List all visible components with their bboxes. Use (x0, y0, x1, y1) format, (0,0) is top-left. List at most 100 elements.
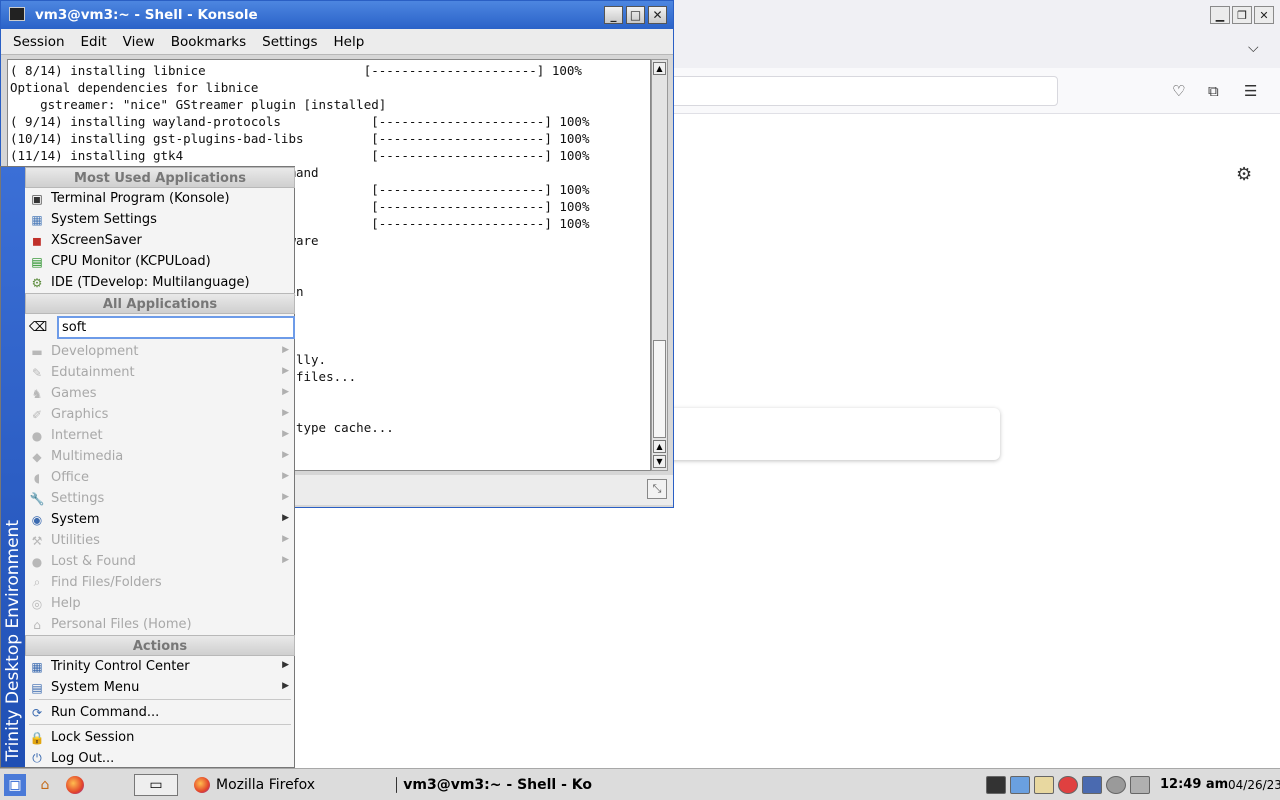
menu-item-find-files-folders: ⌕ Find Files/Folders (25, 572, 295, 593)
menu-item-system-menu[interactable]: ▤ System Menu ▶ (25, 677, 295, 698)
printer-tray-icon[interactable] (1130, 776, 1150, 794)
close-button[interactable]: ✕ (1254, 6, 1274, 24)
menu-item-ide-tdevelop-multilanguage[interactable]: ⚙ IDE (TDevelop: Multilanguage) (25, 272, 295, 293)
terminal-scrollbar[interactable]: ▲ ▲ ▼ (651, 59, 668, 471)
submenu-arrow-icon: ▶ (282, 681, 289, 691)
firefox-launcher-icon[interactable] (64, 774, 86, 796)
home-icon[interactable]: ⌂ (34, 774, 56, 796)
desktop-switcher-icon[interactable]: ▭ (134, 774, 178, 796)
system-icon: ◉ (31, 512, 43, 527)
network-disconnected-tray-icon[interactable] (1058, 776, 1078, 794)
menu-item-lock-session[interactable]: 🔒 Lock Session (25, 727, 295, 748)
restore-button[interactable]: ❐ (1232, 6, 1252, 24)
scroll-up-arrow-icon[interactable]: ▲ (653, 62, 666, 75)
menu-item-office: ◖ Office ▶ (25, 467, 295, 488)
app-menu-icon[interactable]: ☰ (1244, 82, 1257, 100)
new-tab-settings-gear-icon[interactable]: ⚙ (1236, 164, 1252, 185)
lost-found-icon: ● (31, 554, 43, 569)
menu-item-label: Run Command... (51, 705, 160, 720)
taskbar-task-konsole[interactable]: vm3@vm3:~ - Shell - Ko (392, 772, 592, 798)
system-menu-icon: ▤ (31, 680, 43, 695)
menu-help[interactable]: Help (326, 34, 373, 50)
menu-item-system-settings[interactable]: ▦ System Settings (25, 209, 295, 230)
menu-view[interactable]: View (115, 34, 163, 50)
system-monitor-tray-icon[interactable] (986, 776, 1006, 794)
clipboard-tray-icon[interactable] (1010, 776, 1030, 794)
firefox-icon (194, 777, 210, 793)
menu-item-label: Edutainment (51, 365, 135, 380)
submenu-arrow-icon: ▶ (282, 408, 289, 418)
wrench-icon: 🔧 (29, 491, 45, 506)
menu-item-internet: ● Internet ▶ (25, 425, 295, 446)
menu-item-lost-found: ● Lost & Found ▶ (25, 551, 295, 572)
minimize-button[interactable]: ▁ (1210, 6, 1230, 24)
menu-bookmarks[interactable]: Bookmarks (163, 34, 254, 50)
menu-item-cpu-monitor-kcpuload[interactable]: ▤ CPU Monitor (KCPULoad) (25, 251, 295, 272)
graphics-icon: ✐ (31, 407, 43, 422)
volume-tray-icon[interactable] (1106, 776, 1126, 794)
settings-icon: ▦ (31, 212, 43, 227)
menu-settings[interactable]: Settings (254, 34, 325, 50)
menu-item-label: Lock Session (51, 730, 135, 745)
games-icon: ♞ (31, 386, 43, 401)
clock[interactable]: 12:49 am (1160, 777, 1228, 792)
submenu-arrow-icon: ▶ (282, 660, 289, 670)
keyboard-tray-icon[interactable] (1034, 776, 1054, 794)
menu-edit[interactable]: Edit (73, 34, 115, 50)
terminal-icon (396, 777, 398, 793)
scroll-up-arrow-icon[interactable]: ▲ (653, 440, 666, 453)
extensions-icon[interactable]: ⧉ (1208, 82, 1219, 100)
start-menu: Trinity Desktop Environment Most Used Ap… (0, 166, 295, 768)
task-label: Mozilla Firefox (216, 777, 316, 793)
menu-separator (29, 699, 291, 701)
menu-item-label: Office (51, 470, 89, 485)
konsole-titlebar[interactable]: vm3@vm3:~ - Shell - Konsole _ □ ✕ (1, 1, 673, 29)
konsole-window-controls: _ □ ✕ (604, 6, 667, 24)
lock-icon: 🔒 (29, 730, 45, 745)
close-button[interactable]: ✕ (648, 6, 667, 24)
taskbar: ▣ ⌂ ▭ Mozilla Firefox vm3@vm3:~ - Shell … (0, 768, 1280, 800)
pocket-icon[interactable]: ♡ (1172, 82, 1185, 100)
screensaver-icon: ◼ (32, 233, 42, 248)
menu-item-label: CPU Monitor (KCPULoad) (51, 254, 211, 269)
size-grip-icon[interactable]: ⤡ (647, 479, 667, 499)
cpu-monitor-icon: ▤ (31, 254, 43, 269)
menu-item-terminal-program-konsole[interactable]: ▣ Terminal Program (Konsole) (25, 188, 295, 209)
menu-session[interactable]: Session (5, 34, 73, 50)
menu-item-label: Terminal Program (Konsole) (51, 191, 230, 206)
date[interactable]: 04/26/23 (1228, 778, 1280, 792)
scrollbar-thumb[interactable] (653, 340, 666, 438)
minimize-button[interactable]: _ (604, 6, 623, 24)
maximize-button[interactable]: □ (626, 6, 645, 24)
help-icon: ◎ (31, 596, 43, 611)
menu-item-xscreensaver[interactable]: ◼ XScreenSaver (25, 230, 295, 251)
menu-item-graphics: ✐ Graphics ▶ (25, 404, 295, 425)
menu-item-log-out[interactable]: ⏻ Log Out... (25, 748, 295, 769)
menu-item-run-command[interactable]: ⟳ Run Command... (25, 702, 295, 723)
list-all-tabs-chevron-icon[interactable]: ⌵ (1248, 40, 1259, 56)
menu-item-label: Development (51, 344, 139, 359)
menu-item-system[interactable]: ◉ System ▶ (25, 509, 295, 530)
menu-item-trinity-control-center[interactable]: ▦ Trinity Control Center ▶ (25, 656, 295, 677)
find-files-icon: ⌕ (33, 575, 41, 589)
display-tray-icon[interactable] (1082, 776, 1102, 794)
task-label: vm3@vm3:~ - Shell - Ko (403, 777, 592, 793)
submenu-arrow-icon: ▶ (282, 492, 289, 502)
scroll-down-arrow-icon[interactable]: ▼ (653, 455, 666, 468)
menu-item-label: Settings (51, 491, 105, 506)
menu-item-label: Lost & Found (51, 554, 136, 569)
menu-separator (29, 724, 291, 726)
control-center-icon: ▦ (31, 659, 43, 674)
menu-item-settings: 🔧 Settings ▶ (25, 488, 295, 509)
taskbar-task-firefox[interactable]: Mozilla Firefox (190, 772, 380, 798)
clear-search-icon[interactable]: ⌫ (29, 320, 47, 336)
konsole-menubar: Session Edit View Bookmarks Settings Help (1, 29, 673, 55)
actions-header: Actions (25, 635, 295, 656)
start-menu-button-icon[interactable]: ▣ (4, 774, 26, 796)
menu-item-label: System (51, 512, 100, 527)
logout-icon: ⏻ (32, 751, 42, 765)
menu-search-input[interactable] (57, 316, 295, 339)
url-bar[interactable] (620, 76, 1058, 106)
menu-item-utilities: ⚒ Utilities ▶ (25, 530, 295, 551)
konsole-app-icon[interactable] (9, 7, 25, 21)
